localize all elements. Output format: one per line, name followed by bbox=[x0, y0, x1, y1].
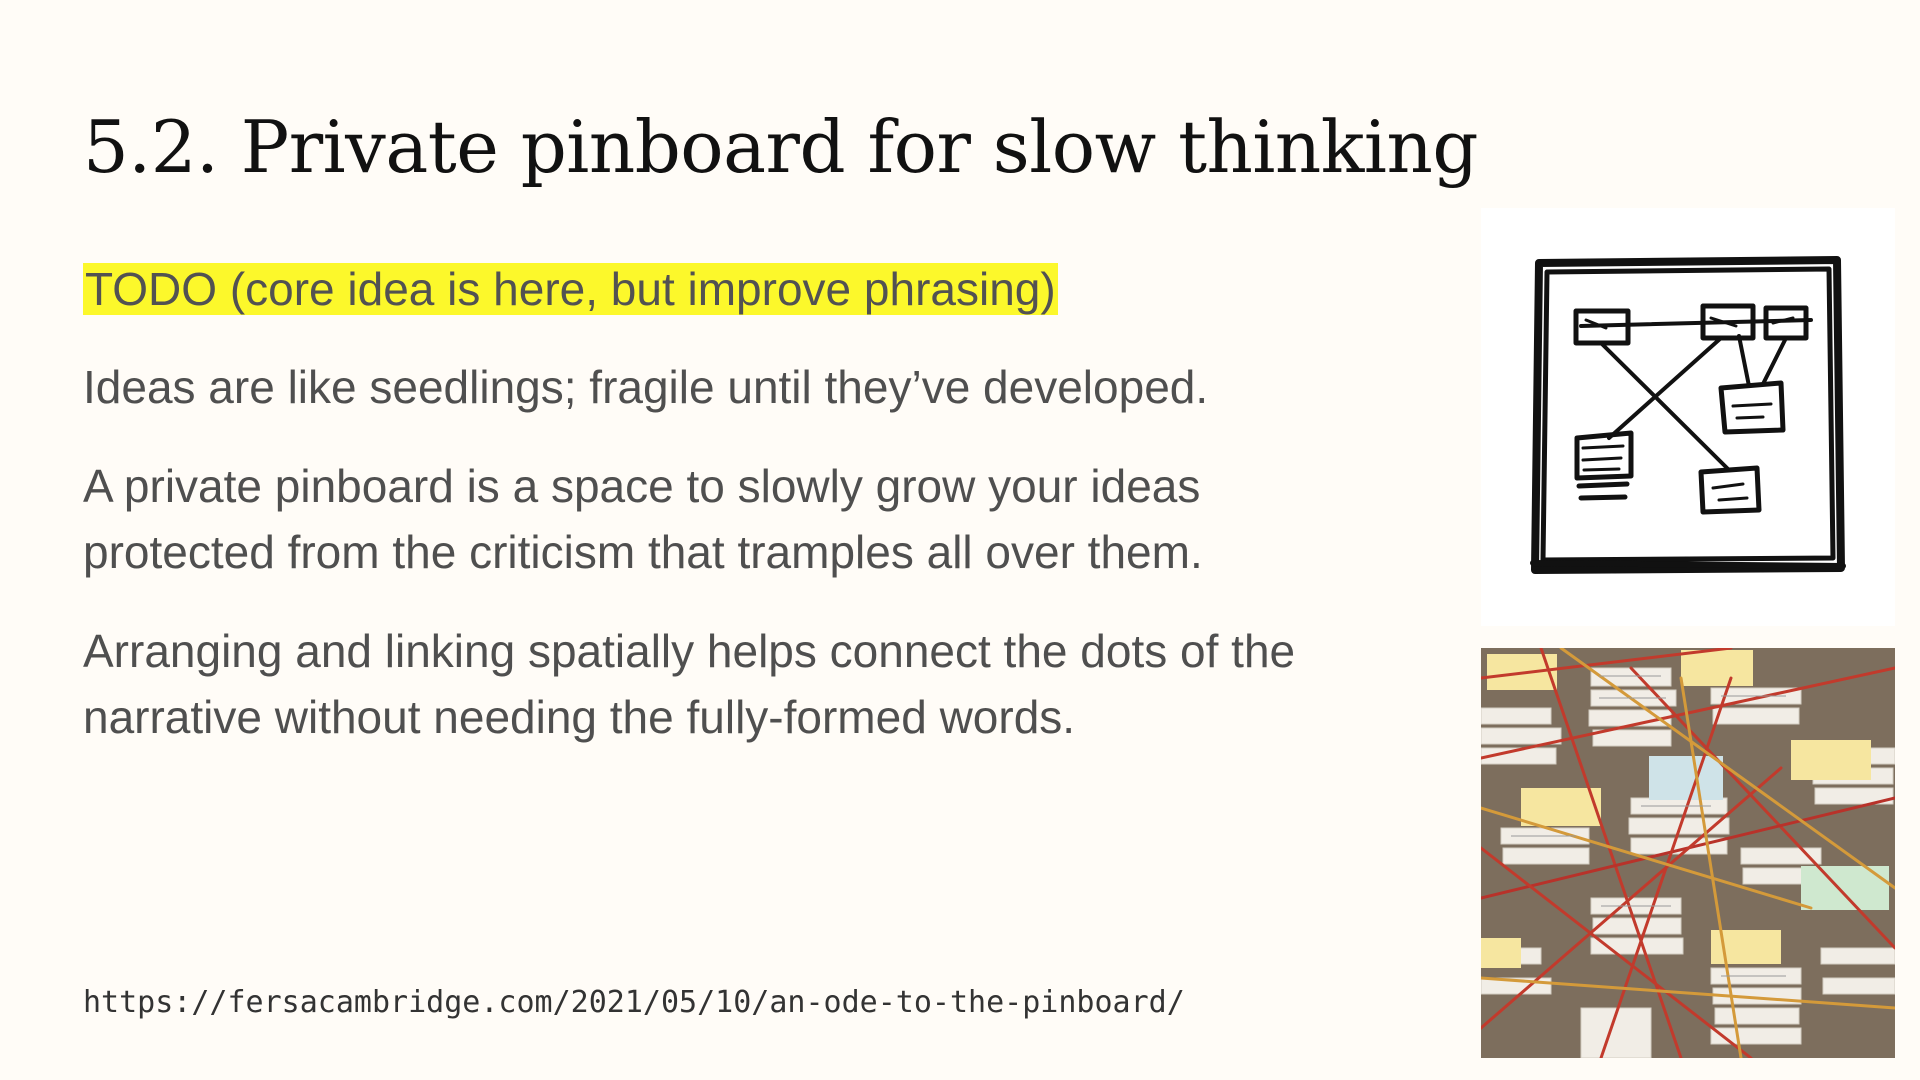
slide-title: 5.2. Private pinboard for slow thinking bbox=[83, 105, 1478, 189]
pinboard-photo-drawing bbox=[1481, 648, 1895, 1058]
slide: 5.2. Private pinboard for slow thinking … bbox=[0, 0, 1920, 1080]
paragraph-spatial-linking: Arranging and linking spatially helps co… bbox=[83, 625, 1296, 743]
pinboard-sketch-image bbox=[1481, 208, 1895, 626]
pinboard-photo-image bbox=[1481, 648, 1895, 1058]
todo-note: TODO (core idea is here, but improve phr… bbox=[83, 256, 1383, 322]
source-url: https://fersacambridge.com/2021/05/10/an… bbox=[83, 985, 1185, 1020]
paragraph-private-pinboard: A private pinboard is a space to slowly … bbox=[83, 460, 1203, 578]
pinboard-sketch-drawing bbox=[1530, 256, 1846, 574]
paragraph-seedlings: Ideas are like seedlings; fragile until … bbox=[83, 361, 1209, 413]
todo-highlight: TODO (core idea is here, but improve phr… bbox=[83, 263, 1058, 315]
